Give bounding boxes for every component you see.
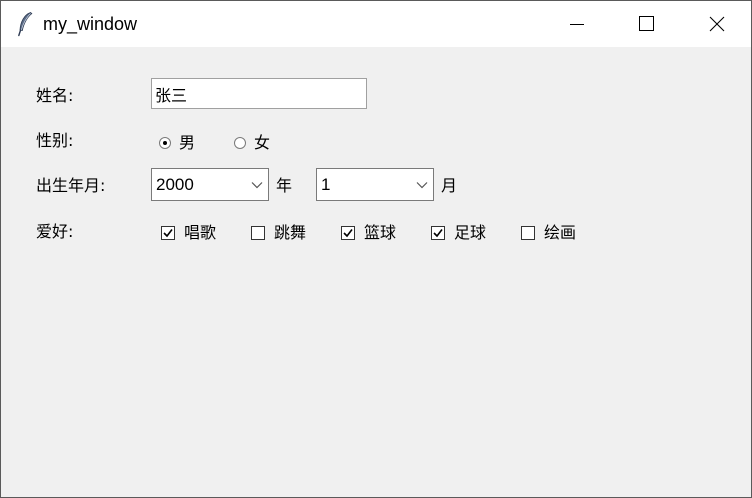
- radio-button[interactable]: [234, 137, 246, 149]
- window-title: my_window: [43, 14, 138, 34]
- checkbox[interactable]: [431, 226, 445, 240]
- checkmark-icon: [343, 229, 353, 238]
- month-select[interactable]: 1: [316, 168, 434, 201]
- radio-label: 女: [254, 133, 271, 152]
- close-icon: [709, 16, 725, 32]
- feather-icon: [15, 11, 37, 37]
- checkbox-label: 唱歌: [184, 223, 217, 242]
- hobby-checkbox-football[interactable]: 足球: [431, 223, 486, 243]
- name-label: 姓名:: [36, 86, 74, 105]
- checkbox[interactable]: [521, 226, 535, 240]
- checkmark-icon: [163, 229, 173, 238]
- year-select[interactable]: 2000: [151, 168, 269, 201]
- birth-label: 出生年月:: [36, 176, 106, 195]
- checkbox-label: 跳舞: [274, 223, 307, 242]
- radio-label: 男: [179, 133, 196, 152]
- minimize-icon: [570, 24, 584, 25]
- month-value: 1: [321, 175, 331, 194]
- radio-male[interactable]: 男: [159, 133, 195, 153]
- name-field[interactable]: [151, 78, 367, 109]
- chevron-down-icon[interactable]: [415, 178, 429, 192]
- maximize-icon: [639, 16, 654, 31]
- checkbox[interactable]: [161, 226, 175, 240]
- radio-female[interactable]: 女: [234, 133, 270, 153]
- gender-label: 性别:: [36, 131, 74, 150]
- checkbox[interactable]: [341, 226, 355, 240]
- checkbox-label: 篮球: [364, 223, 397, 242]
- name-input[interactable]: [152, 79, 365, 108]
- close-button[interactable]: [682, 1, 751, 47]
- hobby-checkbox-singing[interactable]: 唱歌: [161, 223, 216, 243]
- minimize-button[interactable]: [542, 1, 612, 47]
- hobby-checkbox-painting[interactable]: 绘画: [521, 223, 576, 243]
- checkbox[interactable]: [251, 226, 265, 240]
- hobby-label: 爱好:: [36, 222, 74, 241]
- month-unit-label: 月: [441, 176, 458, 195]
- radio-selected-dot: [163, 141, 167, 145]
- year-unit-label: 年: [276, 176, 293, 195]
- title-bar[interactable]: my_window: [1, 1, 751, 47]
- checkmark-icon: [433, 229, 443, 238]
- radio-button[interactable]: [159, 137, 171, 149]
- hobby-checkbox-dancing[interactable]: 跳舞: [251, 223, 306, 243]
- year-value: 2000: [156, 175, 194, 194]
- chevron-down-icon[interactable]: [250, 178, 264, 192]
- checkbox-label: 足球: [454, 223, 487, 242]
- maximize-button[interactable]: [612, 1, 682, 47]
- app-window: my_window 姓名: 性别: 男 女 出生年月:: [0, 0, 752, 498]
- hobby-checkbox-basketball[interactable]: 篮球: [341, 223, 396, 243]
- checkbox-label: 绘画: [544, 223, 577, 242]
